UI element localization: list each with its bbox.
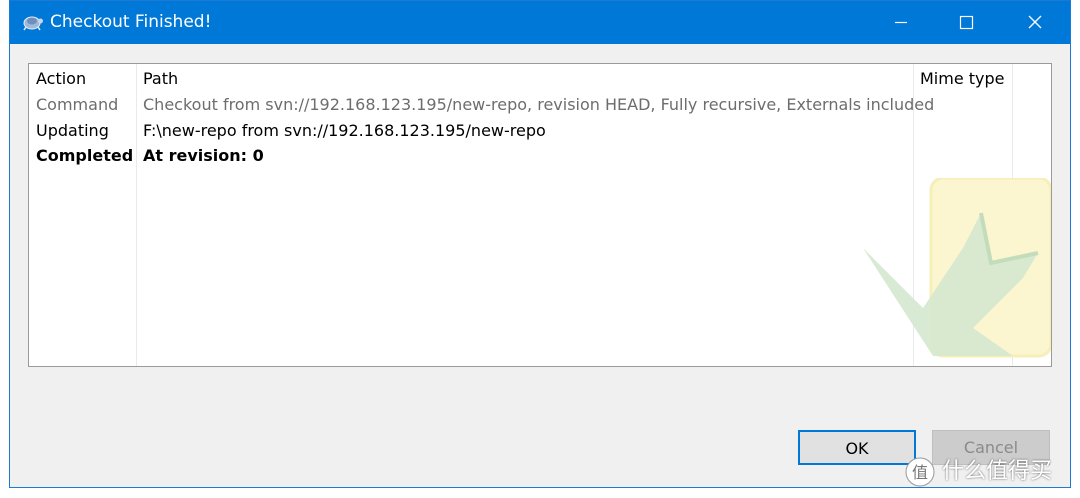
- brand-text: 什么值得买: [942, 459, 1053, 484]
- minimize-button[interactable]: [878, 1, 924, 44]
- brand-logo-icon: 值: [904, 456, 936, 488]
- svg-text:值: 值: [912, 463, 928, 482]
- row-action[interactable]: Updating: [36, 120, 109, 142]
- maximize-icon: [959, 15, 974, 30]
- minimize-icon: [895, 21, 907, 24]
- tortoise-icon: [22, 12, 44, 32]
- tortoise-watermark-icon: [863, 176, 1051, 366]
- row-path[interactable]: F:\new-repo from svn://192.168.123.195/n…: [143, 120, 546, 142]
- column-separator: [136, 64, 137, 366]
- maximize-button[interactable]: [943, 1, 989, 44]
- site-watermark: 值 什么值得买: [900, 454, 1070, 490]
- column-header-mime-type[interactable]: Mime type: [920, 68, 1005, 90]
- title-bar[interactable]: Checkout Finished!: [10, 1, 1070, 44]
- ok-button[interactable]: OK: [798, 430, 916, 465]
- row-path[interactable]: Checkout from svn://192.168.123.195/new-…: [143, 94, 934, 116]
- row-path[interactable]: At revision: 0: [143, 145, 264, 167]
- close-button[interactable]: [1012, 1, 1058, 44]
- close-icon: [1028, 15, 1042, 29]
- window-title: Checkout Finished!: [50, 12, 212, 32]
- checkout-log-list[interactable]: Action Path Mime type Command Checkout f…: [28, 63, 1052, 367]
- row-action[interactable]: Command: [36, 94, 118, 116]
- row-action[interactable]: Completed: [36, 145, 133, 167]
- column-header-path[interactable]: Path: [143, 68, 178, 90]
- checkout-dialog: Checkout Finished! Action Path Mime type…: [9, 0, 1071, 488]
- column-header-action[interactable]: Action: [36, 68, 86, 90]
